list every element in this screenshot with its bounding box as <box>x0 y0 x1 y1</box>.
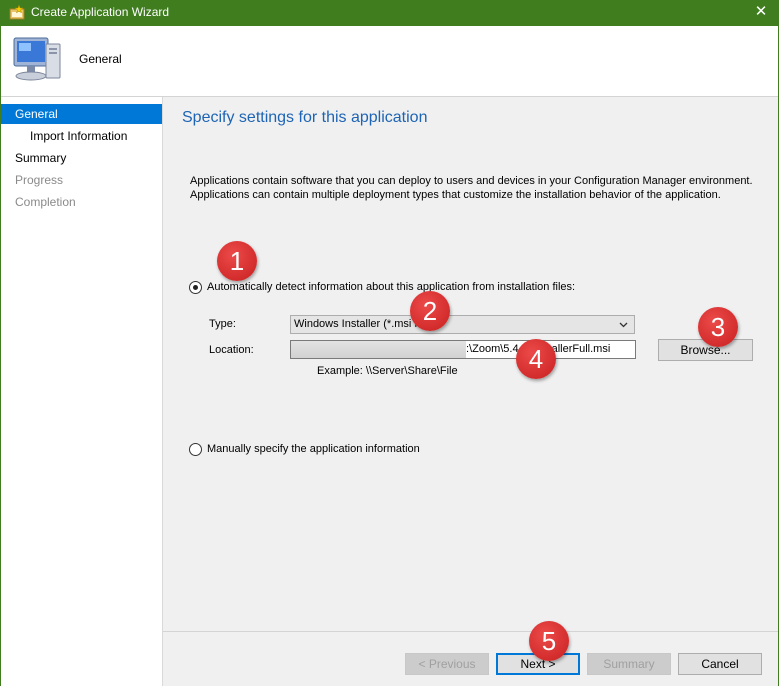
type-label: Type: <box>209 318 236 330</box>
window-title: Create Application Wizard <box>31 5 170 19</box>
nav-item-import-information: Import Information <box>1 126 162 146</box>
cancel-button[interactable]: Cancel <box>678 653 762 675</box>
location-example: Example: \\Server\Share\File <box>317 365 458 377</box>
header-page-name: General <box>79 52 122 66</box>
wizard-icon <box>9 4 25 20</box>
summary-button[interactable]: Summary <box>587 653 671 675</box>
page-heading: Specify settings for this application <box>182 109 428 126</box>
annotation-badge-5: 5 <box>529 621 569 661</box>
nav-item-summary: Summary <box>1 148 162 168</box>
nav-item-label: Summary <box>15 151 67 165</box>
wizard-steps-nav: General Import Information Summary Progr… <box>1 97 163 686</box>
auto-detect-radio[interactable] <box>189 281 202 294</box>
nav-item-label: General <box>15 107 58 121</box>
title-bar: Create Application Wizard ✕ <box>0 0 779 26</box>
auto-detect-label[interactable]: Automatically detect information about t… <box>207 281 575 293</box>
close-icon[interactable]: ✕ <box>751 2 771 22</box>
chevron-down-icon <box>619 322 628 328</box>
nav-item-progress: Progress <box>1 170 162 190</box>
location-label: Location: <box>209 344 254 356</box>
description-line: Applications can contain multiple deploy… <box>190 188 721 201</box>
wizard-footer: < Previous Next > Summary Cancel <box>163 632 778 686</box>
computer-icon <box>13 37 61 81</box>
page-description: Applications contain software that you c… <box>190 175 770 202</box>
wizard-content: Specify settings for this application Ap… <box>163 97 778 631</box>
description-line: Applications contain software that you c… <box>190 175 753 187</box>
nav-item-label: Completion <box>15 195 76 209</box>
manual-radio[interactable] <box>189 443 202 456</box>
annotation-badge-4: 4 <box>516 339 556 379</box>
nav-item-label: Import Information <box>30 129 128 143</box>
location-input[interactable]: :\Zoom\5.4. mInstallerFull.msi <box>290 340 636 359</box>
redacted-path <box>291 341 466 358</box>
annotation-badge-3: 3 <box>698 307 738 347</box>
radio-selected-dot <box>193 285 198 290</box>
type-dropdown[interactable]: Windows Installer (*.msi file) <box>290 315 635 334</box>
nav-item-label: Progress <box>15 173 64 187</box>
nav-item-general: General <box>1 104 162 124</box>
wizard-header: General <box>1 26 778 97</box>
annotation-badge-1: 1 <box>217 241 257 281</box>
annotation-badge-2: 2 <box>410 291 450 331</box>
manual-label[interactable]: Manually specify the application informa… <box>207 443 420 455</box>
previous-button[interactable]: < Previous <box>405 653 489 675</box>
nav-item-completion: Completion <box>1 192 162 212</box>
